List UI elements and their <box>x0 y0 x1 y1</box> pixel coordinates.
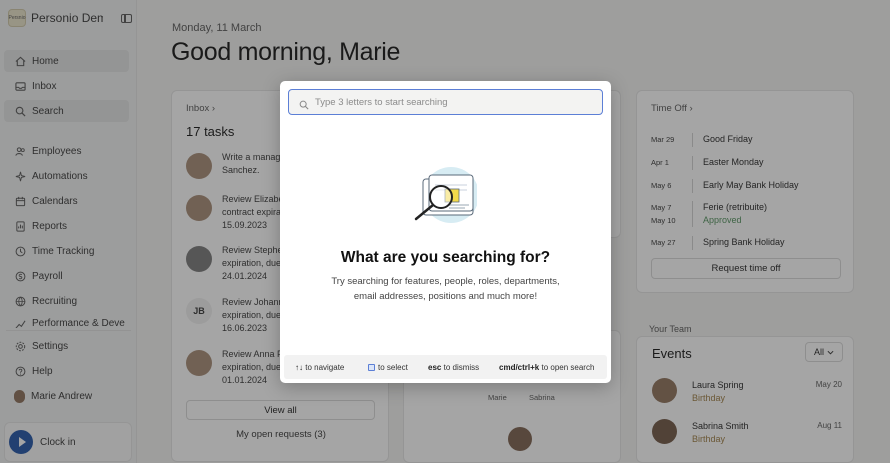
search-input[interactable] <box>315 96 595 108</box>
hint-label: to select <box>378 363 408 372</box>
keyboard-hints: ↑↓ to navigate to select esc to dismiss … <box>284 355 607 379</box>
magnifier-illustration-icon <box>413 167 479 227</box>
hint-select: to select <box>368 363 408 372</box>
hint-open: cmd/ctrl+k to open search <box>499 363 594 372</box>
shortcut-key: cmd/ctrl+k <box>499 363 540 372</box>
dialog-title: What are you searching for? <box>340 249 551 266</box>
hint-dismiss: esc to dismiss <box>428 363 479 372</box>
search-dialog: What are you searching for? Try searchin… <box>280 81 611 383</box>
esc-key: esc <box>428 363 442 372</box>
dialog-description: Try searching for features, people, role… <box>331 276 560 302</box>
search-field[interactable] <box>288 89 603 115</box>
hint-label: to dismiss <box>443 363 480 372</box>
arrow-keys-icon: ↑↓ <box>295 363 303 372</box>
hint-navigate: ↑↓ to navigate <box>295 363 344 372</box>
enter-key-icon <box>368 364 375 371</box>
hint-label: to navigate <box>305 363 345 372</box>
search-icon <box>299 97 309 110</box>
hint-label: to open search <box>541 363 595 372</box>
